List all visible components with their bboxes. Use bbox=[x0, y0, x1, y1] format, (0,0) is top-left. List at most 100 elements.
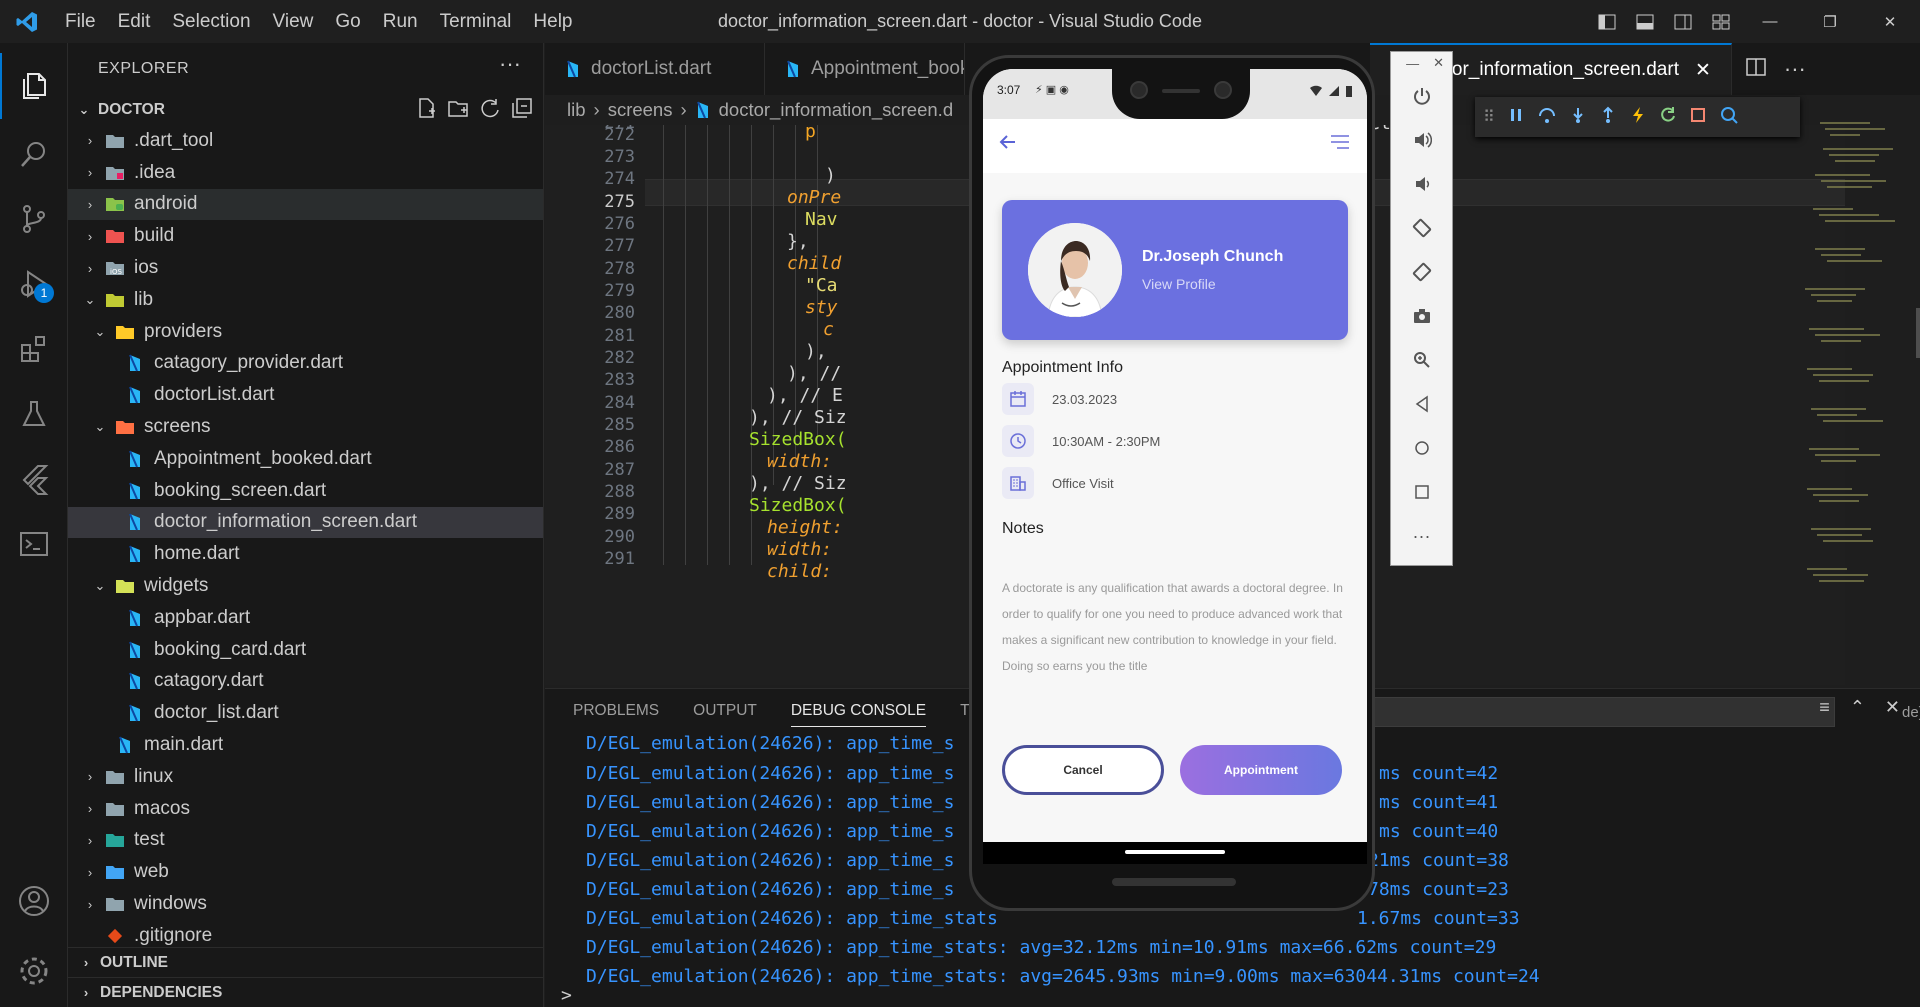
split-editor-icon[interactable] bbox=[1746, 57, 1766, 81]
view-profile-link[interactable]: View Profile bbox=[1142, 276, 1216, 292]
customize-layout-icon[interactable] bbox=[1702, 0, 1740, 43]
stop-icon[interactable] bbox=[1689, 106, 1707, 129]
more-actions-icon[interactable]: ··· bbox=[499, 51, 521, 77]
home-indicator[interactable] bbox=[1125, 850, 1225, 854]
more-emulator-icon[interactable]: ··· bbox=[1391, 514, 1452, 558]
tree-item-ios[interactable]: › iOS ios bbox=[68, 252, 543, 284]
refresh-icon[interactable] bbox=[479, 97, 501, 124]
tree-item-linux[interactable]: › linux bbox=[68, 761, 543, 793]
tree-item-booking-card[interactable]: booking_card.dart bbox=[68, 634, 543, 666]
appointment-button[interactable]: Appointment bbox=[1180, 745, 1342, 795]
zoom-icon[interactable] bbox=[1391, 338, 1452, 382]
menu-edit[interactable]: Edit bbox=[107, 0, 162, 43]
tree-item-dart-tool[interactable]: › .dart_tool bbox=[68, 125, 543, 157]
back-icon[interactable] bbox=[1391, 382, 1452, 426]
minimap[interactable] bbox=[1785, 118, 1920, 688]
tree-item-catagory-provider[interactable]: catagory_provider.dart bbox=[68, 348, 543, 380]
breadcrumb-screens[interactable]: screens bbox=[608, 99, 673, 121]
new-file-icon[interactable] bbox=[415, 97, 437, 124]
close-emulator-icon[interactable]: ✕ bbox=[1433, 55, 1444, 71]
pause-icon[interactable] bbox=[1507, 106, 1525, 129]
volume-down-icon[interactable] bbox=[1391, 162, 1452, 206]
maximize-panel-icon[interactable]: ⌃ bbox=[1850, 697, 1865, 718]
explorer-icon[interactable] bbox=[0, 53, 68, 119]
restore-icon[interactable]: ❐ bbox=[1800, 0, 1860, 43]
cancel-button[interactable]: Cancel bbox=[1002, 745, 1164, 795]
close-tab-icon[interactable]: ✕ bbox=[1695, 59, 1711, 82]
tree-item-web[interactable]: › web bbox=[68, 856, 543, 888]
tree-item-macos[interactable]: › macos bbox=[68, 793, 543, 825]
step-over-icon[interactable] bbox=[1537, 106, 1557, 129]
collapse-all-icon[interactable] bbox=[511, 97, 533, 124]
tree-item-appbar[interactable]: appbar.dart bbox=[68, 602, 543, 634]
tree-item-doctorlist[interactable]: doctorList.dart bbox=[68, 379, 543, 411]
terminal-icon[interactable] bbox=[0, 511, 68, 577]
step-into-icon[interactable] bbox=[1569, 106, 1587, 129]
doctor-card[interactable]: Dr.Joseph Chunch View Profile bbox=[1002, 200, 1348, 340]
tree-item-appointment-booked[interactable]: Appointment_booked.dart bbox=[68, 443, 543, 475]
tree-item-lib[interactable]: ⌄ lib bbox=[68, 284, 543, 316]
camera-icon[interactable] bbox=[1391, 294, 1452, 338]
filter-input[interactable]: de) bbox=[1325, 697, 1920, 727]
search-icon[interactable] bbox=[0, 121, 68, 187]
menu-run[interactable]: Run bbox=[372, 0, 429, 43]
close-window-icon[interactable]: ✕ bbox=[1860, 0, 1920, 43]
tree-item-main[interactable]: main.dart bbox=[68, 729, 543, 761]
minimize-emulator-icon[interactable]: — bbox=[1406, 56, 1419, 71]
tree-item-idea[interactable]: › .idea bbox=[68, 157, 543, 189]
tree-item-test[interactable]: › test bbox=[68, 825, 543, 857]
breadcrumb-lib[interactable]: lib bbox=[567, 99, 586, 121]
flutter-icon[interactable] bbox=[0, 446, 68, 512]
menu-go[interactable]: Go bbox=[324, 0, 371, 43]
hot-reload-icon[interactable] bbox=[1629, 106, 1647, 129]
menu-view[interactable]: View bbox=[262, 0, 325, 43]
tree-item-build[interactable]: › build bbox=[68, 220, 543, 252]
menu-selection[interactable]: Selection bbox=[161, 0, 261, 43]
menu-icon[interactable] bbox=[1329, 133, 1351, 156]
breadcrumb-file[interactable]: doctor_information_screen.d bbox=[719, 99, 953, 121]
testing-icon[interactable] bbox=[0, 381, 68, 447]
minimize-icon[interactable]: — bbox=[1740, 0, 1800, 43]
tab-output[interactable]: OUTPUT bbox=[693, 702, 757, 720]
home-icon[interactable] bbox=[1391, 426, 1452, 470]
tree-item-home[interactable]: home.dart bbox=[68, 538, 543, 570]
tab-debug-console[interactable]: DEBUG CONSOLE bbox=[790, 702, 927, 727]
tab-doctorlist[interactable]: doctorList.dart bbox=[545, 43, 765, 95]
dependencies-section[interactable]: › DEPENDENCIES bbox=[68, 977, 544, 1007]
settings-gear-icon[interactable] bbox=[0, 938, 68, 1004]
console-prompt[interactable]: > bbox=[561, 985, 572, 1006]
source-control-icon[interactable] bbox=[0, 186, 68, 252]
tree-item-widgets[interactable]: ⌄ widgets bbox=[68, 570, 543, 602]
tree-item-android[interactable]: › android bbox=[68, 188, 543, 221]
more-editor-actions-icon[interactable]: ··· bbox=[1784, 56, 1806, 82]
volume-up-icon[interactable] bbox=[1391, 118, 1452, 162]
clear-console-icon[interactable]: ≡ bbox=[1819, 697, 1830, 718]
devtools-icon[interactable] bbox=[1719, 105, 1739, 130]
tree-item-doctor-list[interactable]: doctor_list.dart bbox=[68, 697, 543, 729]
tab-problems[interactable]: PROBLEMS bbox=[573, 702, 659, 720]
phone-screen[interactable]: 3:07 ⚡ ▣ ◉ Dr.Joseph Chunch View Profile… bbox=[983, 69, 1367, 842]
accounts-icon[interactable] bbox=[0, 868, 68, 934]
toggle-secondary-sidebar-icon[interactable] bbox=[1664, 0, 1702, 43]
close-panel-icon[interactable]: ✕ bbox=[1885, 697, 1900, 718]
tab-appointment-booked[interactable]: Appointment_book bbox=[765, 43, 965, 95]
hot-restart-icon[interactable] bbox=[1659, 106, 1677, 129]
rotate-left-icon[interactable] bbox=[1391, 206, 1452, 250]
menu-help[interactable]: Help bbox=[522, 0, 583, 43]
tree-item-windows[interactable]: › windows bbox=[68, 888, 543, 920]
tree-item-screens[interactable]: ⌄ screens bbox=[68, 411, 543, 443]
menu-file[interactable]: File bbox=[54, 0, 107, 43]
toggle-panel-icon[interactable] bbox=[1626, 0, 1664, 43]
power-icon[interactable] bbox=[1391, 74, 1452, 118]
tree-item-doctor-information-screen[interactable]: doctor_information_screen.dart bbox=[68, 506, 543, 539]
step-out-icon[interactable] bbox=[1599, 106, 1617, 129]
run-debug-icon[interactable]: 1 bbox=[0, 251, 68, 317]
workspace-section-header[interactable]: ⌄ DOCTOR bbox=[68, 95, 543, 125]
drag-handle-icon[interactable]: ⠿ bbox=[1483, 107, 1495, 127]
tree-item-booking-screen[interactable]: booking_screen.dart bbox=[68, 475, 543, 507]
back-arrow-icon[interactable] bbox=[999, 133, 1017, 156]
rotate-right-icon[interactable] bbox=[1391, 250, 1452, 294]
new-folder-icon[interactable] bbox=[447, 97, 469, 124]
tree-item-catagory[interactable]: catagory.dart bbox=[68, 666, 543, 698]
extensions-icon[interactable] bbox=[0, 316, 68, 382]
